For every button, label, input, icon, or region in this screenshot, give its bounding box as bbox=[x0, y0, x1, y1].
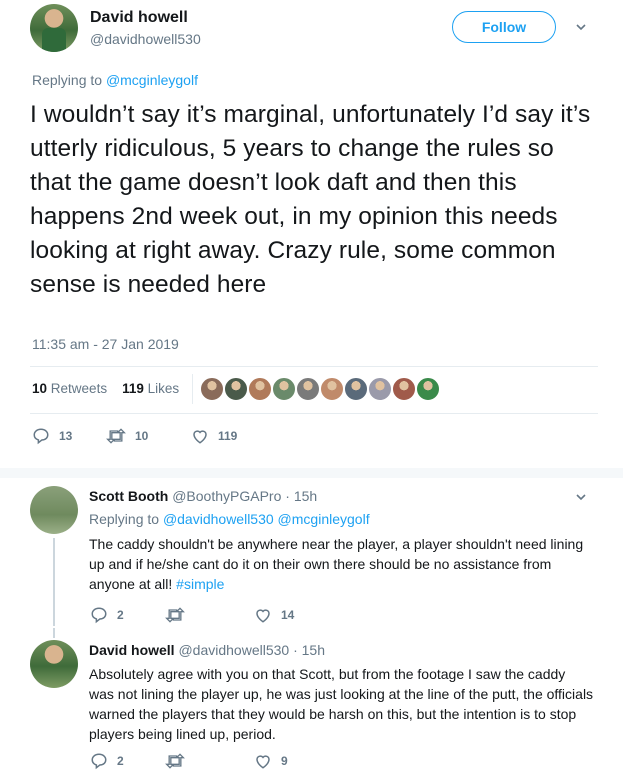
hashtag-link[interactable]: #simple bbox=[176, 576, 224, 592]
replying-to-link[interactable]: @davidhowell530 @mcginleygolf bbox=[163, 511, 370, 527]
avatar[interactable] bbox=[30, 640, 78, 688]
reply-count: 13 bbox=[59, 429, 73, 443]
author-name[interactable]: David howell bbox=[90, 9, 188, 27]
retweet-icon bbox=[165, 753, 185, 769]
likes-label: Likes bbox=[147, 381, 180, 396]
likes-stat[interactable]: 119 Likes bbox=[122, 381, 179, 396]
retweet-action[interactable] bbox=[165, 752, 194, 770]
liker-avatar[interactable] bbox=[344, 377, 368, 401]
tweet-stats: 10 Retweets 119 Likes bbox=[32, 381, 179, 396]
like-action[interactable]: 9 bbox=[254, 752, 288, 770]
reply-text-body: The caddy shouldn't be anywhere near the… bbox=[89, 536, 584, 592]
like-count: 9 bbox=[281, 754, 288, 768]
replying-prefix: Replying to bbox=[32, 72, 103, 88]
likes-count: 119 bbox=[122, 381, 144, 396]
thread-line bbox=[53, 628, 55, 638]
chevron-down-icon[interactable] bbox=[576, 24, 586, 34]
heart-icon bbox=[193, 430, 207, 444]
tweet-timestamp[interactable]: 11:35 am - 27 Jan 2019 bbox=[32, 336, 179, 352]
retweet-icon bbox=[106, 428, 126, 444]
reply-icon bbox=[91, 607, 107, 624]
tweet-text: I wouldn’t say it’s marginal, unfortunat… bbox=[30, 101, 591, 298]
reply-icon bbox=[33, 428, 49, 445]
replying-to-link[interactable]: @mcginleygolf bbox=[106, 72, 198, 88]
reply-author-handle[interactable]: @BoothyPGAPro bbox=[172, 488, 281, 504]
stats-separator bbox=[192, 374, 193, 404]
liker-avatar[interactable] bbox=[224, 377, 248, 401]
like-count: 119 bbox=[218, 429, 238, 443]
replying-to: Replying to @mcginleygolf bbox=[32, 72, 198, 88]
reply-action[interactable]: 2 bbox=[90, 606, 124, 624]
reply-author-handle[interactable]: @davidhowell530 bbox=[178, 642, 289, 658]
reply-tweet[interactable]: David howell @davidhowell530 · 15h Absol… bbox=[0, 628, 623, 780]
chevron-down-icon[interactable] bbox=[576, 494, 586, 504]
retweet-action[interactable] bbox=[165, 606, 194, 624]
author-handle[interactable]: @davidhowell530 bbox=[90, 31, 201, 47]
reply-action[interactable]: 2 bbox=[90, 752, 124, 770]
liker-avatar[interactable] bbox=[296, 377, 320, 401]
retweets-count: 10 bbox=[32, 381, 48, 396]
reply-header: Scott Booth @BoothyPGAPro · 15h bbox=[89, 488, 317, 504]
retweet-action[interactable]: 10 bbox=[106, 427, 148, 445]
section-separator bbox=[0, 468, 623, 478]
avatar[interactable] bbox=[30, 486, 78, 534]
reply-time[interactable]: · 15h bbox=[285, 488, 317, 504]
liker-avatar[interactable] bbox=[416, 377, 440, 401]
reply-author-name[interactable]: Scott Booth bbox=[89, 488, 168, 504]
reply-tweet[interactable]: Scott Booth @BoothyPGAPro · 15h Replying… bbox=[0, 478, 623, 628]
reply-icon bbox=[91, 753, 107, 770]
reply-count: 2 bbox=[117, 608, 124, 622]
replying-prefix: Replying to bbox=[89, 511, 160, 527]
like-action[interactable]: 119 bbox=[191, 427, 237, 445]
retweet-icon bbox=[165, 607, 185, 623]
liker-avatar[interactable] bbox=[272, 377, 296, 401]
like-action[interactable]: 14 bbox=[254, 606, 294, 624]
like-count: 14 bbox=[281, 608, 295, 622]
divider bbox=[30, 413, 598, 414]
liker-avatar[interactable] bbox=[248, 377, 272, 401]
reply-text: The caddy shouldn't be anywhere near the… bbox=[89, 534, 594, 594]
reply-header: David howell @davidhowell530 · 15h bbox=[89, 642, 325, 658]
retweets-label: Retweets bbox=[50, 381, 108, 396]
author-avatar[interactable] bbox=[30, 4, 78, 52]
heart-icon bbox=[256, 609, 270, 623]
liker-avatar[interactable] bbox=[368, 377, 392, 401]
thread-line bbox=[53, 538, 55, 626]
reply-action[interactable]: 13 bbox=[32, 427, 72, 445]
reply-author-name[interactable]: David howell bbox=[89, 642, 175, 658]
reply-text: Absolutely agree with you on that Scott,… bbox=[89, 666, 594, 742]
liker-avatar[interactable] bbox=[200, 377, 224, 401]
reply-time[interactable]: · 15h bbox=[293, 642, 325, 658]
liker-avatar[interactable] bbox=[392, 377, 416, 401]
divider bbox=[30, 366, 598, 367]
retweet-stat[interactable]: 10 Retweets bbox=[32, 381, 107, 396]
follow-button[interactable]: Follow bbox=[452, 11, 556, 43]
reply-count: 2 bbox=[117, 754, 124, 768]
heart-icon bbox=[256, 755, 270, 769]
liker-avatar[interactable] bbox=[320, 377, 344, 401]
reply-replying-to: Replying to @davidhowell530 @mcginleygol… bbox=[89, 511, 370, 527]
retweet-count: 10 bbox=[135, 429, 149, 443]
